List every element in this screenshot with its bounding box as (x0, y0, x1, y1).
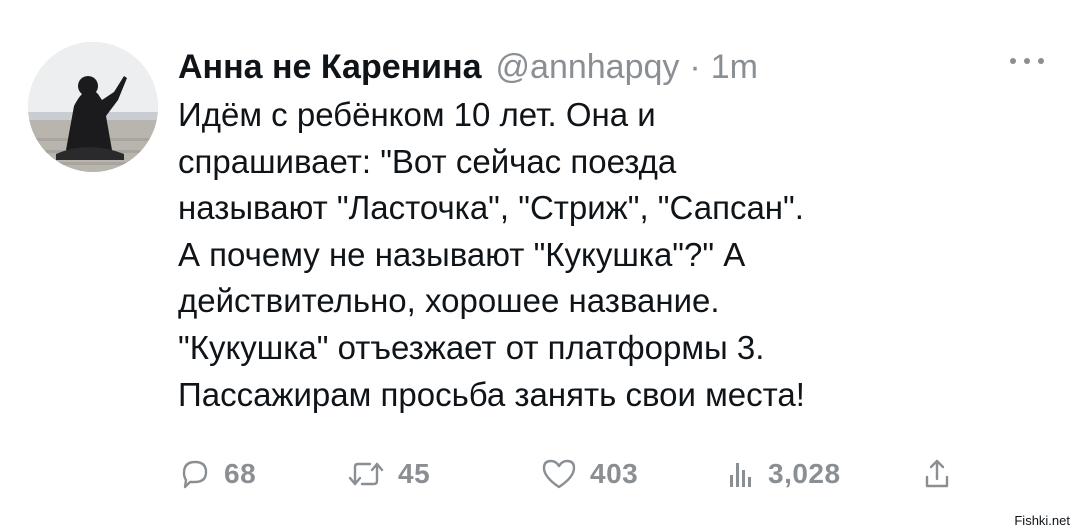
more-dots-icon[interactable] (1010, 46, 1044, 76)
tweet-actions: 68 45 403 3,028 (178, 452, 978, 496)
tweet-text-line: А почему не называют "Кукушка"?" А (178, 235, 746, 273)
like-count: 403 (590, 458, 639, 489)
views-count: 3,028 (768, 458, 841, 489)
share-icon (922, 457, 952, 491)
share-button[interactable] (922, 452, 952, 496)
tweet-text: Идём с ребёнком 10 лет. Она и спрашивает… (178, 92, 1058, 418)
more-dot (1024, 58, 1030, 64)
more-dot (1010, 58, 1016, 64)
retweet-count: 45 (398, 458, 431, 489)
watermark: Fishki.net (1012, 513, 1072, 528)
tweet-text-line: Пассажирам просьба занять свои места! (178, 375, 805, 413)
views-button[interactable]: 3,028 (726, 452, 841, 496)
tweet-timestamp[interactable]: 1m (711, 48, 758, 87)
author-display-name[interactable]: Анна не Каренина (178, 48, 482, 87)
views-chart-icon (726, 457, 756, 491)
like-button[interactable]: 403 (540, 452, 638, 496)
reply-icon (178, 457, 212, 491)
tweet-text-line: называют "Ласточка", "Стриж", "Сапсан". (178, 189, 804, 227)
header-separator: · (689, 47, 701, 86)
heart-icon (540, 457, 578, 491)
reply-count: 68 (224, 458, 257, 489)
retweet-icon (346, 457, 386, 491)
reply-button[interactable]: 68 (178, 452, 256, 496)
avatar[interactable] (28, 42, 158, 172)
tweet-text-line: "Кукушка" отъезжает от платформы 3. (178, 328, 765, 366)
retweet-button[interactable]: 45 (346, 452, 430, 496)
tweet-text-line: действительно, хорошее название. (178, 282, 720, 320)
more-dot (1038, 58, 1044, 64)
tweet-header: Анна не Каренина @annhapqy · 1m (178, 44, 758, 90)
author-handle[interactable]: @annhapqy (496, 48, 680, 87)
tweet-text-line: Идём с ребёнком 10 лет. Она и (178, 96, 656, 133)
tweet-text-line: спрашивает: "Вот сейчас поезда (178, 142, 677, 180)
tweet-card: Анна не Каренина @annhapqy · 1m Идём с р… (0, 0, 1080, 531)
